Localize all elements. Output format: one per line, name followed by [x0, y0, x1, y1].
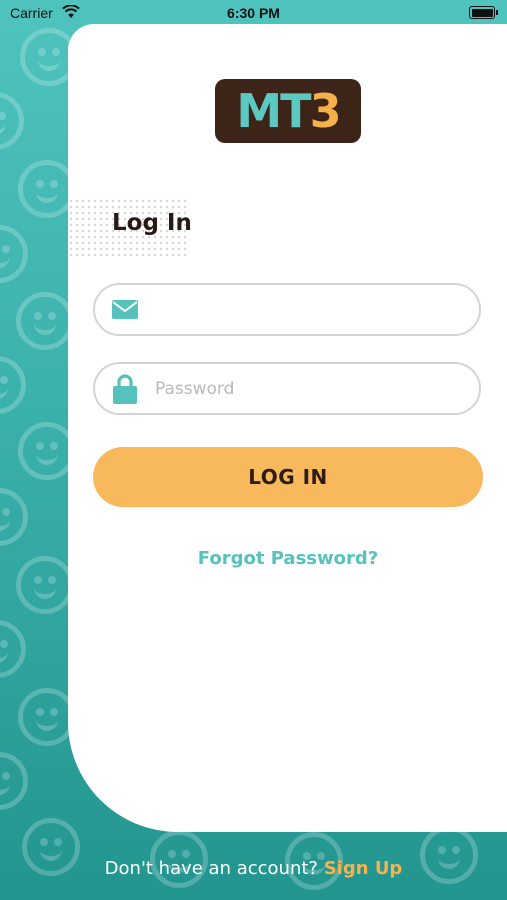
smiley-icon: [0, 620, 26, 678]
password-field[interactable]: [93, 362, 481, 415]
page-title: Log In: [112, 210, 192, 236]
smiley-icon: [16, 292, 74, 350]
smiley-icon: [0, 356, 26, 414]
signup-link[interactable]: Sign Up: [324, 858, 403, 879]
login-button[interactable]: LOG IN: [93, 447, 483, 507]
smiley-icon: [0, 752, 28, 810]
status-bar: Carrier 6:30 PM: [0, 0, 507, 26]
envelope-icon: [95, 300, 155, 319]
app-logo: MT3: [215, 79, 361, 143]
logo-number: 3: [309, 84, 342, 138]
signup-prompt: Don't have an account? Sign Up: [0, 858, 507, 879]
login-card: MT3 Log In LOG IN Forgot Password?: [68, 24, 507, 832]
logo-letters: MT: [236, 84, 311, 138]
smiley-icon: [0, 488, 28, 546]
email-field[interactable]: [93, 283, 481, 336]
smiley-icon: [0, 225, 28, 283]
signup-prompt-text: Don't have an account?: [104, 858, 318, 879]
smiley-icon: [0, 92, 24, 150]
password-input[interactable]: [155, 364, 479, 413]
lock-icon: [95, 373, 155, 404]
battery-icon: [469, 6, 498, 19]
status-time: 6:30 PM: [227, 5, 280, 21]
forgot-password-link[interactable]: Forgot Password?: [93, 548, 483, 569]
email-input[interactable]: [155, 285, 479, 334]
smiley-icon: [16, 556, 74, 614]
